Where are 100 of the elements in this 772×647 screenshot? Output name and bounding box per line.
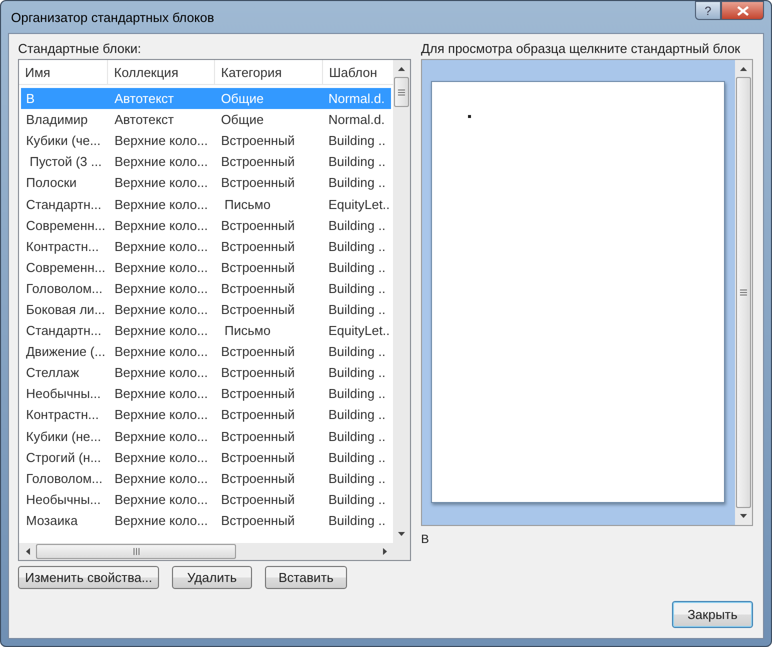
scroll-thumb[interactable] xyxy=(36,544,236,559)
vertical-scrollbar[interactable] xyxy=(393,60,410,543)
list-cell-text: Движение (... xyxy=(25,344,106,360)
list-cell-text: Building .. xyxy=(327,365,386,380)
horizontal-scrollbar[interactable] xyxy=(19,543,410,560)
list-cell-text: Верхние коло... xyxy=(114,428,209,444)
list-cell-text: Письмо xyxy=(224,323,272,338)
list-cell-text: Встроенный xyxy=(220,175,296,190)
list-cell-text: Современн... xyxy=(25,260,106,275)
list-cell-text: Встроенный xyxy=(220,218,296,233)
list-row[interactable]: Контрастн... Верхние коло... Встроенный Building .. xyxy=(21,236,391,257)
list-cell-text: Building .. xyxy=(327,238,386,254)
list-cell-text: Встроенный xyxy=(220,280,296,296)
list-cell-text: Верхние коло... xyxy=(114,450,209,465)
scroll-thumb[interactable] xyxy=(394,77,409,107)
list-cell-text: Контрастн... xyxy=(25,407,100,422)
column-header[interactable]: Категория xyxy=(215,60,323,84)
dialog-button[interactable]: Изменить свойства... xyxy=(18,566,159,589)
list-cell-text: Building .. xyxy=(327,175,386,190)
list-cell-text: Кубики (не... xyxy=(25,428,102,444)
list-cell-text: Верхние коло... xyxy=(114,280,209,296)
list-cell-text: Встроенный xyxy=(220,470,296,486)
list-row[interactable]: Строгий (н... Верхние коло... Встроенный Building .. xyxy=(21,446,391,468)
list-cell-text: Встроенный xyxy=(220,512,296,528)
list-cell-text: Building .. xyxy=(327,450,386,465)
column-header[interactable]: Коллекция xyxy=(108,60,215,84)
list-row[interactable]: Необычны... Верхние коло... Встроенный Building .. xyxy=(21,383,391,404)
list-cell-text: Верхние коло... xyxy=(114,238,209,254)
vertical-scrollbar[interactable] xyxy=(735,60,752,525)
list-cell-text: Автотекст xyxy=(114,91,175,106)
list-cell-text: Normal.d. xyxy=(327,112,386,128)
list-row[interactable]: Боковая ли... Верхние коло... Встроенный Building .. xyxy=(21,298,391,320)
list-row[interactable]: Владимир Автотекст Общие Normal.d. xyxy=(21,109,391,130)
list-cell-text: Встроенный xyxy=(220,154,296,170)
list-cell-text: Building .. xyxy=(327,218,386,233)
list-cell-text: Верхние коло... xyxy=(114,196,209,212)
list-cell-text: Верхние коло... xyxy=(114,302,209,317)
close-icon xyxy=(736,6,748,16)
list-cell-text: Normal.d. xyxy=(327,91,386,106)
scroll-left-icon xyxy=(26,548,30,555)
list-cell-text: Building .. xyxy=(327,428,386,444)
list-cell-text: EquityLet.. xyxy=(327,196,391,212)
list-cell-text: Письмо xyxy=(224,196,272,212)
list-row[interactable]: Движение (... Верхние коло... Встроенный Building .. xyxy=(21,341,391,362)
scroll-right-icon xyxy=(383,548,387,555)
list-row[interactable]: Пустой (3 ... Верхние коло... Встроенный Building .. xyxy=(21,151,391,172)
list-row[interactable]: Современн... Верхние коло... Встроенный Building .. xyxy=(21,214,391,236)
scroll-down-icon xyxy=(398,532,405,536)
list-row[interactable]: Головолом... Верхние коло... Встроенный Building .. xyxy=(21,278,391,299)
list-cell-text: Встроенный xyxy=(220,302,296,317)
preview-label: Для просмотра образца щелкните стандартный блок xyxy=(421,41,742,58)
list-row[interactable]: Головолом... Верхние коло... Встроенный Building .. xyxy=(21,468,391,489)
list-cell-text: Встроенный xyxy=(220,238,296,254)
dialog-button[interactable]: Удалить xyxy=(172,566,252,589)
list-cell-text: Building .. xyxy=(327,260,386,275)
close-button[interactable] xyxy=(721,1,764,20)
list-cell-text: Building .. xyxy=(327,512,386,528)
list-cell-text: Владимир xyxy=(25,112,89,128)
list-row[interactable]: Кубики (не... Верхние коло... Встроенный Building .. xyxy=(21,426,391,447)
list-cell-text: Встроенный xyxy=(220,428,296,444)
help-button[interactable]: ? xyxy=(695,1,721,20)
list-cell-text: Встроенный xyxy=(220,344,296,360)
list-cell-text: Встроенный xyxy=(220,386,296,402)
list-row[interactable]: Современн... Верхние коло... Встроенный Building .. xyxy=(21,256,391,278)
list-row[interactable]: Необычны... Верхние коло... Встроенный Building .. xyxy=(21,488,391,510)
list-cell-text: Верхние коло... xyxy=(114,323,209,338)
list-cell-text: Необычны... xyxy=(25,492,102,507)
list-row[interactable]: Кубики (че... Верхние коло... Встроенный Building .. xyxy=(21,130,391,152)
column-header[interactable]: Имя xyxy=(19,60,108,84)
list-cell-text: Встроенный xyxy=(220,492,296,507)
list-cell-text: Верхние коло... xyxy=(114,218,209,233)
list-row[interactable]: Контрастн... Верхние коло... Встроенный Building .. xyxy=(21,404,391,426)
list-cell-text: В xyxy=(25,91,36,106)
scroll-up-icon xyxy=(740,67,747,71)
list-cell-text: Современн... xyxy=(25,218,106,233)
list-cell-text: Building .. xyxy=(327,344,386,360)
list-cell-text: Стандартн... xyxy=(25,196,102,212)
blocks-label: Стандартные блоки: xyxy=(18,41,142,58)
list-row[interactable]: Мозаика Верхние коло... Встроенный Building .. xyxy=(21,510,391,531)
list-row[interactable]: Стандартн... Верхние коло... Письмо EquityLet.. xyxy=(21,193,391,215)
scroll-thumb[interactable] xyxy=(736,77,751,508)
list-cell-text: Общие xyxy=(220,112,265,128)
scroll-down-icon xyxy=(740,514,747,518)
list-cell-text: Building .. xyxy=(327,470,386,486)
list-row[interactable]: Стандартн... Верхние коло... Письмо EquityLet.. xyxy=(21,320,391,342)
list-cell-text: Building .. xyxy=(327,133,386,148)
list-cell-text: Верхние коло... xyxy=(114,492,209,507)
list-cell-text: Верхние коло... xyxy=(114,407,209,422)
list-cell-text: Building .. xyxy=(327,386,386,402)
list-cell-text: Кубики (че... xyxy=(25,133,102,148)
list-row[interactable]: Стеллаж Верхние коло... Встроенный Building .. xyxy=(21,362,391,384)
list-cell-text: Building .. xyxy=(327,280,386,296)
list-cell-text: Пустой (3 ... xyxy=(28,154,103,170)
list-cell-text: Верхние коло... xyxy=(114,133,209,148)
list-row[interactable]: Полоски Верхние коло... Встроенный Building .. xyxy=(21,172,391,194)
list-cell-text: Верхние коло... xyxy=(114,260,209,275)
list-cell-text: Верхние коло... xyxy=(114,386,209,402)
close-dialog-button[interactable]: Закрыть xyxy=(672,601,753,628)
dialog-button[interactable]: Вставить xyxy=(265,566,347,589)
column-header[interactable]: Шаблон xyxy=(323,60,393,84)
